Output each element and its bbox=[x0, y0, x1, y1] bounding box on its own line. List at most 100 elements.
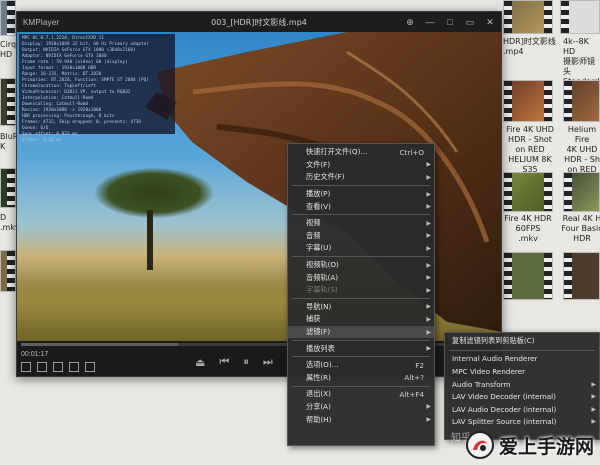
video-thumbnail[interactable] bbox=[0, 250, 16, 292]
menu-item-label: 播放列表 bbox=[306, 343, 335, 353]
close-button[interactable]: ✕ bbox=[483, 15, 497, 29]
menu-separator bbox=[292, 214, 430, 216]
menu-item-label: 历史文件(F) bbox=[306, 172, 345, 182]
menu-item-label: 音频轨(A) bbox=[306, 272, 339, 282]
video-thumbnail[interactable] bbox=[503, 80, 553, 122]
3d-icon[interactable] bbox=[69, 362, 79, 372]
time-display: 00:01:17 bbox=[21, 351, 49, 358]
thumbnail-caption: HDR]时文影线 .mp4 bbox=[503, 37, 556, 56]
stats-overlay: MPC HC 0.7.1.2218, DirectX3D 11 Display: … bbox=[19, 34, 175, 143]
submenu-arrow-icon: ▶ bbox=[426, 244, 431, 252]
app-name: KMPlayer bbox=[23, 17, 60, 27]
submenu-arrow-icon: ▶ bbox=[426, 261, 431, 269]
video-thumbnail[interactable] bbox=[563, 172, 600, 212]
menu-item[interactable]: 分享(A) ▶ bbox=[288, 401, 434, 414]
menu-item[interactable]: 文件(F) ▶ bbox=[288, 159, 434, 172]
submenu-arrow-icon: ▶ bbox=[426, 190, 431, 198]
open-file-icon[interactable] bbox=[37, 362, 47, 372]
menu-item[interactable]: 退出(X) Alt+F4 bbox=[288, 388, 434, 401]
menu-item-label: 捕获 bbox=[306, 314, 321, 324]
menu-separator bbox=[292, 256, 430, 258]
watermark-logo-icon bbox=[465, 431, 494, 459]
previous-icon[interactable]: ⏮ bbox=[219, 356, 229, 369]
menu-item[interactable]: 捕获 ▶ bbox=[288, 313, 434, 326]
menu-item[interactable]: 视频 ▶ bbox=[288, 217, 434, 230]
menu-item[interactable]: 滤镜(F) ▶ bbox=[288, 325, 434, 339]
menu-item[interactable]: 属性(R) Alt+? bbox=[288, 372, 434, 385]
menu-item-label: 播放(P) bbox=[306, 189, 331, 199]
menu-separator bbox=[292, 339, 430, 341]
menu-item-label: 复制滤镜列表到剪贴板(C) bbox=[452, 336, 535, 346]
menu-item[interactable]: Internal Audio Renderer bbox=[445, 353, 599, 366]
subtitle-icon[interactable] bbox=[53, 362, 63, 372]
video-thumbnail[interactable] bbox=[0, 0, 16, 36]
minimize-button[interactable]: — bbox=[423, 15, 437, 29]
menu-item-label: Audio Transform bbox=[452, 379, 511, 389]
thumbnail-caption: Fire 4K HDR 60FPS .mkv bbox=[504, 214, 552, 243]
thumbnail-caption: Cirq HD bbox=[0, 40, 17, 59]
video-thumbnail[interactable] bbox=[503, 0, 553, 34]
restore-button[interactable]: ▭ bbox=[463, 15, 477, 29]
video-thumbnail[interactable] bbox=[503, 252, 553, 300]
video-thumbnail[interactable] bbox=[503, 172, 553, 212]
menu-item-label: 属性(R) bbox=[306, 372, 331, 382]
video-thumbnail[interactable] bbox=[0, 78, 16, 126]
menu-item[interactable]: 视频轨(O) ▶ bbox=[288, 259, 434, 272]
settings-icon[interactable] bbox=[85, 362, 95, 372]
menu-item-shortcut: Alt+F4 bbox=[399, 389, 424, 399]
submenu-arrow-icon: ▶ bbox=[426, 403, 431, 411]
menu-item-label: LAV Video Decoder (internal) bbox=[452, 392, 556, 402]
menu-item[interactable]: 播放(P) ▶ bbox=[288, 188, 434, 201]
menu-item-label: LAV Audio Decoder (internal) bbox=[452, 404, 557, 414]
menu-item-shortcut: Alt+? bbox=[404, 373, 424, 383]
menu-item[interactable]: 复制滤镜列表到剪贴板(C) bbox=[445, 335, 599, 348]
submenu-arrow-icon: ▶ bbox=[591, 405, 596, 413]
menu-separator bbox=[292, 185, 430, 187]
submenu-arrow-icon: ▶ bbox=[426, 416, 431, 424]
video-thumbnail[interactable] bbox=[563, 252, 600, 300]
submenu-arrow-icon: ▶ bbox=[426, 315, 431, 323]
menu-item[interactable]: 字幕(U) ▶ bbox=[288, 242, 434, 255]
menu-item[interactable]: 帮助(H) ▶ bbox=[288, 413, 434, 426]
menu-item-label: 帮助(H) bbox=[306, 414, 332, 424]
video-thumbnail[interactable] bbox=[560, 0, 600, 34]
submenu-arrow-icon: ▶ bbox=[426, 345, 431, 353]
menu-item[interactable]: 历史文件(F) ▶ bbox=[288, 171, 434, 184]
menu-item[interactable]: 播放列表 ▶ bbox=[288, 342, 434, 355]
pin-icon[interactable]: ⊕ bbox=[403, 15, 417, 29]
next-icon[interactable]: ⏭ bbox=[263, 356, 273, 369]
menu-item[interactable]: Audio Transform ▶ bbox=[445, 378, 599, 391]
menu-item-label: 退出(X) bbox=[306, 389, 331, 399]
menu-item-label: 字幕(U) bbox=[306, 243, 332, 253]
menu-item[interactable]: 字幕轨(S) ▶ bbox=[288, 284, 434, 297]
menu-item[interactable]: LAV Video Decoder (internal) ▶ bbox=[445, 390, 599, 403]
menu-item[interactable]: 音频 ▶ bbox=[288, 230, 434, 243]
menu-item-shortcut: Ctrl+O bbox=[399, 147, 424, 157]
menu-item[interactable]: 查看(V) ▶ bbox=[288, 200, 434, 213]
menu-item-label: 快速打开文件(Q)... bbox=[306, 147, 368, 157]
submenu-arrow-icon: ▶ bbox=[426, 328, 431, 336]
menu-item-label: 文件(F) bbox=[306, 159, 331, 169]
stats-line: Jitter: 4.22 ms bbox=[22, 138, 62, 143]
menu-item[interactable]: MPC Video Renderer bbox=[445, 365, 599, 378]
menu-item[interactable]: 快速打开文件(Q)... Ctrl+O bbox=[288, 146, 434, 159]
video-thumbnail[interactable] bbox=[0, 168, 16, 208]
menu-item[interactable]: 音频轨(A) ▶ bbox=[288, 271, 434, 284]
eject-icon[interactable]: ⏏ bbox=[195, 356, 205, 369]
submenu-arrow-icon: ▶ bbox=[426, 173, 431, 181]
menu-item[interactable]: 选项(O)... F2 bbox=[288, 359, 434, 372]
menu-item-label: 字幕轨(S) bbox=[306, 285, 338, 295]
submenu-arrow-icon: ▶ bbox=[591, 393, 596, 401]
title-bar[interactable]: KMPlayer 003_[HDR]时文影线.mp4 ⊕ — □ ▭ ✕ bbox=[17, 12, 501, 32]
video-thumbnail[interactable] bbox=[563, 80, 600, 122]
submenu-arrow-icon: ▶ bbox=[426, 303, 431, 311]
menu-item-label: 视频轨(O) bbox=[306, 260, 339, 270]
playlist-icon[interactable] bbox=[21, 362, 31, 372]
watermark: 爱上手游网 bbox=[424, 425, 600, 465]
menu-item[interactable]: 导航(N) ▶ bbox=[288, 301, 434, 314]
menu-item-label: 视频 bbox=[306, 218, 321, 228]
menu-item[interactable]: LAV Audio Decoder (internal) ▶ bbox=[445, 403, 599, 416]
maximize-button[interactable]: □ bbox=[443, 15, 457, 29]
pause-icon[interactable]: ⏸ bbox=[243, 356, 249, 369]
menu-item-label: 滤镜(F) bbox=[306, 327, 331, 337]
